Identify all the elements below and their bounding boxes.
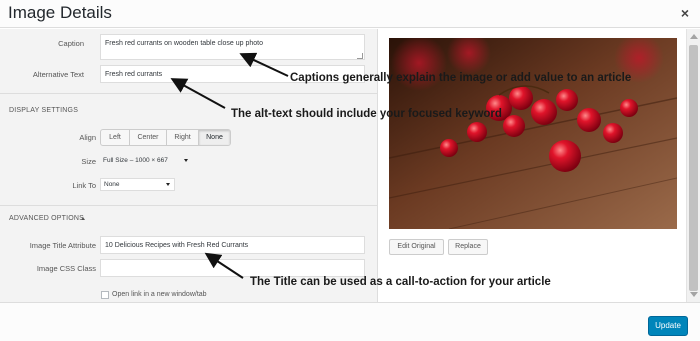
align-right-button[interactable]: Right [167, 130, 199, 145]
update-button[interactable]: Update [648, 316, 688, 336]
align-label: Align [79, 133, 96, 142]
scroll-down-icon[interactable] [690, 292, 698, 297]
chevron-down-icon [184, 159, 188, 162]
preview-panel: Edit Original Replace [379, 29, 685, 302]
alt-text-annotation: The alt-text should include your focused… [231, 108, 502, 120]
css-class-input[interactable] [100, 259, 365, 277]
modal-title: Image Details [8, 3, 112, 22]
replace-button[interactable]: Replace [448, 239, 488, 255]
size-select-value: Full Size – 1000 × 667 [103, 157, 168, 164]
title-attribute-label: Image Title Attribute [29, 241, 96, 250]
modal-footer: Update [0, 302, 700, 341]
display-settings-title: DISPLAY SETTINGS [9, 107, 79, 114]
new-window-checkbox[interactable] [101, 291, 109, 299]
new-window-label: Open link in a new window/tab [112, 291, 207, 298]
settings-panel: Caption Fresh red currants on wooden tab… [0, 29, 378, 302]
caption-textarea[interactable]: Fresh red currants on wooden table close… [100, 34, 365, 60]
align-none-button[interactable]: None [199, 130, 230, 145]
modal-header: Image Details × [0, 0, 700, 28]
css-class-label: Image CSS Class [36, 264, 96, 273]
caption-annotation: Captions generally explain the image or … [290, 72, 632, 84]
scrollbar-thumb[interactable] [689, 45, 698, 291]
align-button-group: Left Center Right None [100, 129, 231, 146]
edit-original-button[interactable]: Edit Original [389, 239, 444, 255]
align-center-button[interactable]: Center [130, 130, 167, 145]
link-to-label: Link To [72, 181, 96, 190]
scrollbar[interactable] [686, 29, 700, 302]
alt-text-label: Alternative Text [32, 70, 84, 79]
title-attribute-input[interactable]: 10 Delicious Recipes with Fresh Red Curr… [100, 236, 365, 254]
size-select[interactable]: Full Size – 1000 × 667 [100, 155, 192, 168]
chevron-down-icon [166, 183, 170, 186]
link-to-select[interactable]: None [100, 178, 175, 191]
divider [0, 205, 377, 206]
caption-label: Caption [58, 39, 84, 48]
divider [0, 93, 377, 94]
resize-handle-icon[interactable] [357, 53, 363, 59]
close-icon[interactable]: × [676, 3, 694, 23]
link-to-select-value: None [104, 181, 120, 188]
align-left-button[interactable]: Left [101, 130, 130, 145]
title-annotation: The Title can be used as a call-to-actio… [250, 276, 551, 288]
image-preview [389, 38, 677, 229]
caret-up-icon[interactable] [81, 217, 85, 220]
advanced-options-toggle[interactable]: ADVANCED OPTIONS [9, 215, 84, 222]
size-label: Size [81, 157, 96, 166]
scroll-up-icon[interactable] [690, 34, 698, 39]
